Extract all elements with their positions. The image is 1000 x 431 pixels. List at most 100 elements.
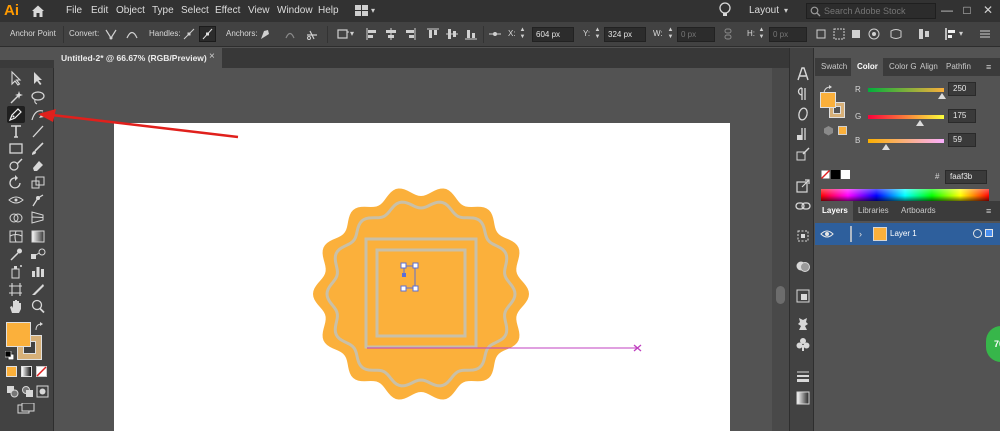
reference-point-icon[interactable] bbox=[488, 27, 502, 41]
scale-tool-icon[interactable] bbox=[29, 174, 47, 191]
align-top-icon[interactable] bbox=[426, 27, 440, 41]
home-icon[interactable] bbox=[30, 3, 46, 19]
tab-artboards[interactable]: Artboards bbox=[901, 201, 949, 221]
tab-swatches[interactable]: Swatch bbox=[815, 58, 847, 76]
snap-pixel-icon[interactable] bbox=[849, 27, 863, 41]
connect-anchors-icon[interactable] bbox=[283, 27, 297, 41]
zoom-tool-icon[interactable] bbox=[29, 298, 47, 315]
chevron-down-icon[interactable]: ▾ bbox=[371, 4, 381, 18]
direct-selection-icon[interactable] bbox=[7, 70, 25, 87]
artboard-panel-icon[interactable] bbox=[795, 228, 811, 244]
tab-color-guide[interactable]: Color G bbox=[884, 58, 916, 76]
cut-path-icon[interactable] bbox=[305, 27, 319, 41]
eraser-icon[interactable] bbox=[29, 157, 47, 174]
chevron-down-icon[interactable]: ▾ bbox=[350, 28, 354, 40]
transform-icon[interactable] bbox=[814, 27, 828, 41]
screen-mode-icon[interactable] bbox=[17, 402, 35, 415]
transparency-panel-icon[interactable] bbox=[795, 126, 811, 142]
club-icon[interactable] bbox=[795, 336, 811, 352]
menu-object[interactable]: Object bbox=[116, 0, 145, 22]
workspace-switcher[interactable]: Layout bbox=[749, 0, 779, 22]
anchor-point[interactable] bbox=[412, 285, 419, 292]
draw-behind-icon[interactable] bbox=[21, 385, 34, 398]
align-bottom-icon[interactable] bbox=[464, 27, 478, 41]
menu-edit[interactable]: Edit bbox=[91, 0, 108, 22]
panel-menu-icon[interactable]: ≡ bbox=[986, 205, 998, 217]
minimize-button[interactable]: — bbox=[936, 0, 958, 20]
b-value-field[interactable]: 59 bbox=[948, 133, 976, 147]
artboard-tool-icon[interactable] bbox=[7, 281, 25, 298]
menu-window[interactable]: Window bbox=[277, 0, 313, 22]
constrain-proportions-icon[interactable] bbox=[721, 27, 735, 41]
hand-tool-icon[interactable] bbox=[7, 298, 25, 315]
black-chip[interactable] bbox=[831, 170, 840, 179]
opentype-panel-icon[interactable] bbox=[795, 106, 811, 122]
b-slider-thumb[interactable] bbox=[881, 144, 890, 150]
panel-menu-icon[interactable]: ≡ bbox=[986, 61, 998, 73]
isolate-selected-icon[interactable] bbox=[867, 27, 881, 41]
shape-builder-icon[interactable] bbox=[7, 209, 25, 226]
lasso-icon[interactable] bbox=[29, 89, 47, 106]
distribute-icon[interactable] bbox=[917, 27, 931, 41]
w-field[interactable]: 0 px bbox=[677, 27, 715, 42]
arrange-documents-icon[interactable] bbox=[355, 5, 369, 17]
perspective-grid-icon[interactable] bbox=[29, 209, 47, 226]
panel-menu-icon[interactable] bbox=[978, 27, 992, 41]
mesh-tool-icon[interactable] bbox=[7, 228, 25, 245]
rotate-tool-icon[interactable] bbox=[7, 174, 25, 191]
white-chip[interactable] bbox=[841, 170, 850, 179]
document-tab[interactable]: Untitled-2* @ 66.67% (RGB/Preview) × bbox=[54, 48, 222, 68]
draw-normal-icon[interactable] bbox=[6, 385, 19, 398]
layer-name[interactable]: Layer 1 bbox=[890, 228, 917, 240]
pen-minus-icon[interactable] bbox=[258, 27, 272, 41]
layer-target-icon[interactable] bbox=[973, 229, 982, 238]
warp-icon[interactable] bbox=[889, 27, 903, 41]
gradient-mode-button[interactable] bbox=[21, 366, 32, 377]
anchor-point[interactable] bbox=[400, 285, 407, 292]
graphic-styles-icon[interactable] bbox=[795, 288, 811, 304]
close-window-button[interactable]: ✕ bbox=[977, 0, 999, 20]
none-mode-icon[interactable] bbox=[36, 366, 47, 377]
magic-wand-icon[interactable] bbox=[7, 89, 25, 106]
panel-grip[interactable] bbox=[0, 60, 54, 68]
gradient-tool-icon[interactable] bbox=[29, 228, 47, 245]
paragraph-panel-icon[interactable] bbox=[795, 86, 811, 102]
appearance-panel-icon[interactable] bbox=[795, 258, 811, 274]
align-to-selection-icon[interactable] bbox=[832, 27, 846, 41]
chevron-down-icon[interactable]: ▾ bbox=[959, 28, 963, 40]
hide-handles-icon[interactable] bbox=[199, 26, 216, 42]
scrollbar-thumb[interactable] bbox=[776, 286, 785, 304]
symbol-sprayer-icon[interactable] bbox=[7, 263, 25, 280]
align-middle-icon[interactable] bbox=[445, 27, 459, 41]
g-value-field[interactable]: 175 bbox=[948, 109, 976, 123]
align-panel-icon[interactable] bbox=[943, 27, 957, 41]
gradient-panel-icon[interactable] bbox=[795, 390, 811, 406]
r-value-field[interactable]: 250 bbox=[948, 82, 976, 96]
y-spinner-icon[interactable]: ▲ ▼ bbox=[594, 27, 601, 42]
anchor-point[interactable] bbox=[412, 262, 419, 269]
none-color-icon[interactable] bbox=[821, 170, 830, 179]
convert-corner-icon[interactable] bbox=[104, 27, 118, 41]
isolate-icon[interactable] bbox=[336, 27, 350, 41]
menu-select[interactable]: Select bbox=[181, 0, 209, 22]
layer-selection-indicator[interactable] bbox=[985, 229, 993, 237]
default-fill-stroke-icon[interactable] bbox=[4, 350, 15, 361]
maximize-button[interactable]: □ bbox=[956, 0, 978, 20]
r-slider-track[interactable] bbox=[868, 88, 944, 92]
gamut-swatch[interactable] bbox=[838, 126, 847, 135]
show-handles-icon[interactable] bbox=[182, 27, 196, 41]
out-of-gamut-icon[interactable] bbox=[823, 125, 834, 136]
orange-badge-shape[interactable] bbox=[313, 188, 529, 400]
symbols-panel-icon[interactable] bbox=[795, 316, 811, 332]
draw-inside-icon[interactable] bbox=[36, 385, 49, 398]
convert-smooth-icon[interactable] bbox=[125, 27, 139, 41]
align-center-icon[interactable] bbox=[384, 27, 398, 41]
width-tool-icon[interactable] bbox=[7, 192, 25, 209]
tab-libraries[interactable]: Libraries bbox=[855, 201, 899, 221]
shaper-tool-icon[interactable] bbox=[7, 157, 25, 174]
x-field[interactable]: 604 px bbox=[532, 27, 574, 42]
r-slider-thumb[interactable] bbox=[938, 93, 947, 99]
chevron-right-icon[interactable]: › bbox=[859, 227, 867, 241]
menu-type[interactable]: Type bbox=[152, 0, 174, 22]
menu-view[interactable]: View bbox=[248, 0, 270, 22]
